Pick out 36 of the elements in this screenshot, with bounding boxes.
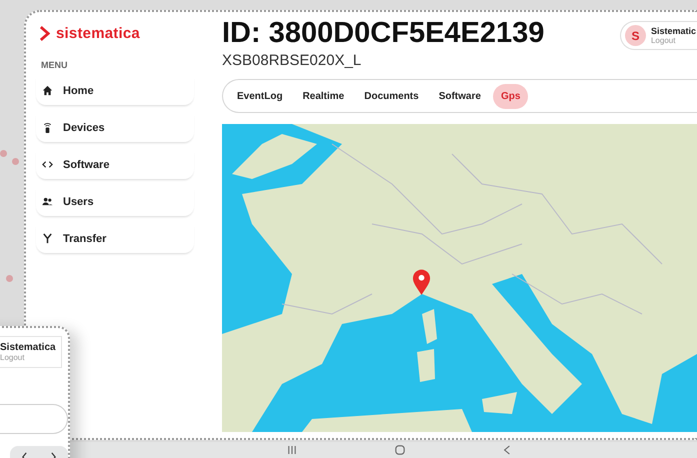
input-field[interactable] [0, 404, 68, 434]
user-chip[interactable]: S Sistematic Logout [620, 21, 697, 50]
menu-item[interactable]: Home [36, 76, 194, 105]
tab[interactable]: Software [430, 84, 489, 108]
avatar: S [624, 25, 646, 46]
tab[interactable]: Realtime [294, 84, 352, 108]
remote-icon [42, 122, 53, 133]
recent-apps-icon[interactable] [286, 446, 296, 454]
user-name: Sistematica [0, 342, 57, 353]
decor-dot [12, 158, 19, 165]
brand-name: sistematica [56, 24, 140, 42]
users-icon [42, 196, 53, 207]
tab[interactable]: Documents [356, 84, 427, 108]
decor-dot [0, 150, 7, 157]
menu-item[interactable]: Users [36, 187, 194, 216]
device-model: XSB08RBSE020X_L [222, 52, 362, 69]
map-pin-icon [412, 269, 431, 296]
menu-item[interactable]: Devices [36, 113, 194, 142]
menu-label: Users [63, 196, 94, 208]
menu-item[interactable]: Transfer [36, 224, 194, 253]
user-name: Sistematic [650, 26, 696, 36]
tab[interactable]: EventLog [229, 84, 291, 108]
device-id-title: ID: 3800D0CF5E4E2139 [222, 16, 544, 50]
menu-label: Home [63, 84, 94, 96]
fork-icon [42, 233, 53, 244]
decor-dot [6, 275, 13, 282]
code-icon [42, 159, 53, 170]
home-icon [42, 85, 53, 96]
user-card[interactable]: Sistematica Logout [0, 336, 62, 368]
chevron-logo-icon [39, 26, 50, 40]
menu-label: Transfer [63, 232, 106, 244]
menu-label: Devices [63, 122, 105, 134]
menu-heading: MENU [41, 60, 68, 70]
menu-label: Software [63, 158, 110, 170]
back-icon[interactable] [502, 445, 510, 455]
menu-item[interactable]: Software [36, 150, 194, 179]
